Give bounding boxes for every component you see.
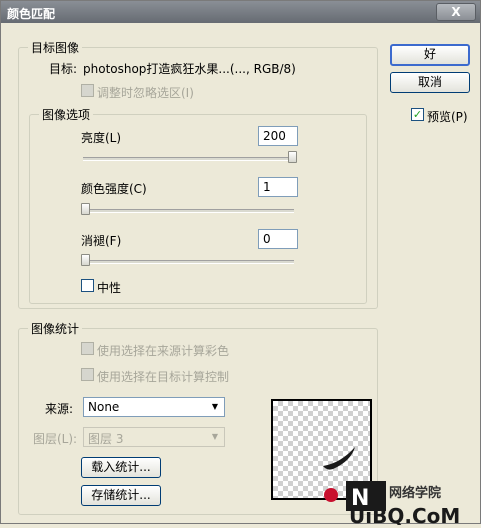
target-label: 目标: <box>49 62 78 76</box>
use-target-selection-label: 使用选择在目标计算控制 <box>97 370 230 384</box>
target-image-legend: 目标图像 <box>28 39 83 56</box>
fade-input[interactable]: 0 <box>258 229 298 249</box>
source-select[interactable]: None ▼ <box>83 397 225 417</box>
load-statistics-button[interactable]: 载入统计... <box>81 457 161 478</box>
layer-select-value: 图层 3 <box>88 432 124 446</box>
close-icon: X <box>451 5 461 19</box>
ok-button[interactable]: 好 <box>390 44 470 66</box>
color-intensity-slider-track <box>83 209 294 213</box>
color-intensity-slider-thumb[interactable] <box>81 203 90 215</box>
layer-label: 图层(L): <box>33 432 78 446</box>
source-select-value: None <box>88 400 120 414</box>
fade-slider-track <box>83 260 294 264</box>
color-intensity-label: 颜色强度(C) <box>81 182 147 196</box>
ignore-selection-label: 调整时忽略选区(I) <box>97 86 194 100</box>
layer-select[interactable]: 图层 3 ▼ <box>83 427 225 447</box>
chevron-down-icon: ▼ <box>211 402 219 411</box>
watermark-logo: N 网络学院 UiBQ.CoM <box>321 475 481 528</box>
target-value: photoshop打造疯狂水果...(..., RGB/8) <box>83 62 296 76</box>
neutralize-label: 中性 <box>97 281 122 295</box>
preview-label: 预览(P) <box>427 110 468 124</box>
use-target-selection-checkbox[interactable] <box>81 368 94 381</box>
image-statistics-legend: 图像统计 <box>28 320 83 337</box>
watermark-graphic: N 网络学院 UiBQ.CoM <box>324 481 460 528</box>
neutralize-checkbox[interactable] <box>81 279 94 292</box>
luminance-slider-track <box>83 157 294 161</box>
watermark-brand-en: UiBQ.CoM <box>349 504 460 525</box>
preview-checkbox[interactable]: ✓ <box>411 108 424 121</box>
color-intensity-input[interactable]: 1 <box>258 177 298 197</box>
watermark-brand-cn: 网络学院 <box>389 485 441 501</box>
fade-slider-thumb[interactable] <box>81 254 90 266</box>
use-source-selection-checkbox[interactable] <box>81 342 94 355</box>
save-statistics-button[interactable]: 存储统计... <box>81 485 161 506</box>
image-options-legend: 图像选项 <box>39 106 94 123</box>
fade-label: 消褪(F) <box>81 234 122 248</box>
color-match-dialog: 颜色匹配 X 目标图像 目标: photoshop打造疯狂水果...(..., … <box>0 0 481 528</box>
chevron-down-icon: ▼ <box>211 432 219 441</box>
title-bar: 颜色匹配 X <box>1 1 480 23</box>
source-label: 来源: <box>45 402 74 416</box>
window-title: 颜色匹配 <box>7 7 56 21</box>
cancel-button[interactable]: 取消 <box>390 72 470 93</box>
checkmark-icon: ✓ <box>412 108 423 121</box>
luminance-label: 亮度(L) <box>81 131 122 145</box>
ignore-selection-checkbox[interactable] <box>81 84 94 97</box>
luminance-slider-thumb[interactable] <box>288 151 297 163</box>
close-button[interactable]: X <box>436 3 476 21</box>
use-source-selection-label: 使用选择在来源计算彩色 <box>97 344 230 358</box>
luminance-input[interactable]: 200 <box>258 126 298 146</box>
